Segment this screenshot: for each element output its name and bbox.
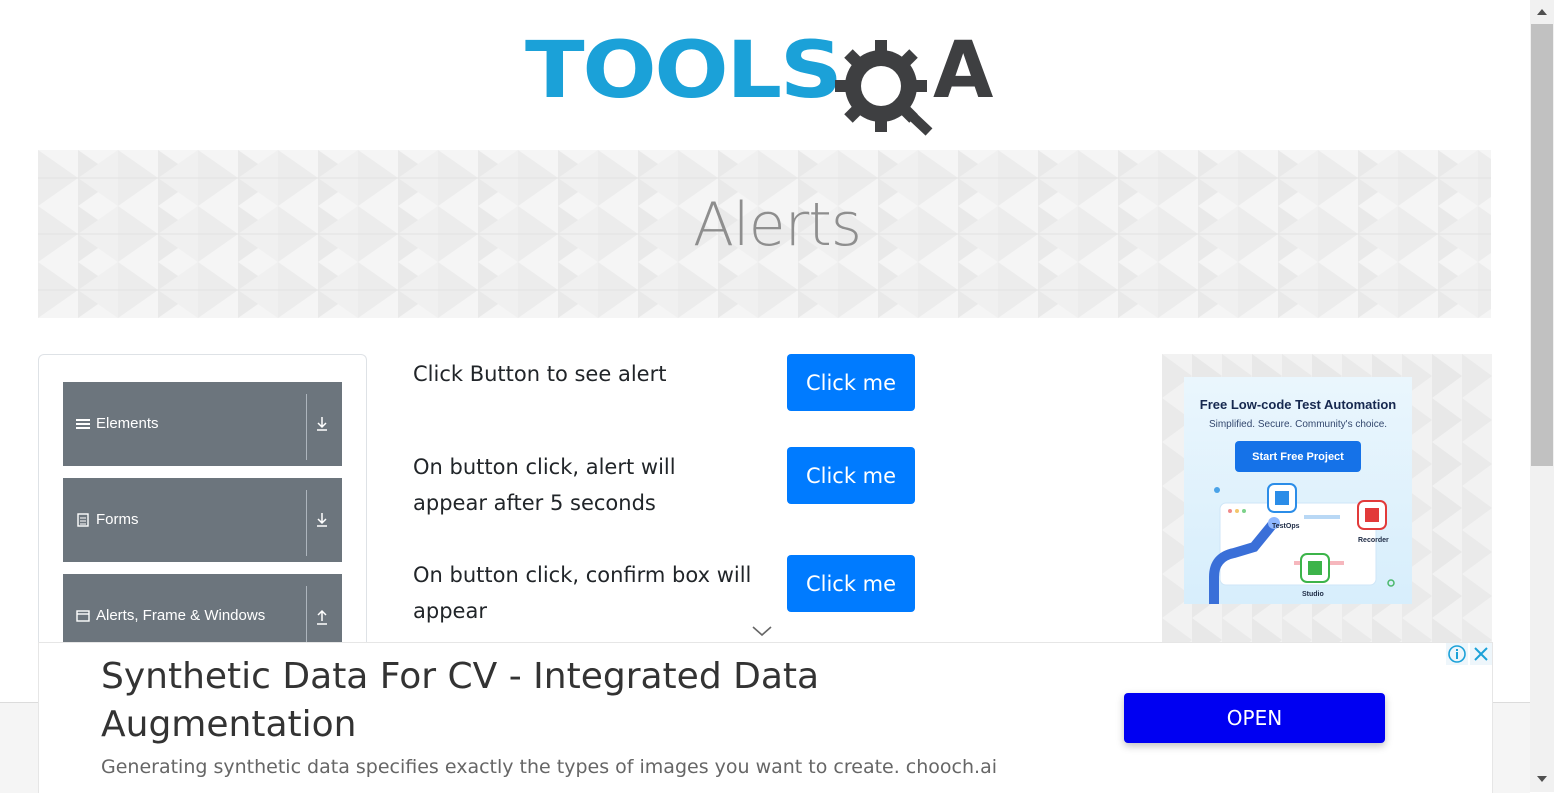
bottom-ad-title[interactable]: Synthetic Data For CV - Integrated Data … (101, 653, 881, 749)
bottom-ad-description: Generating synthetic data specifies exac… (101, 756, 997, 778)
hamburger-icon (76, 419, 90, 429)
recorder-label: Recorder (1358, 537, 1389, 544)
toolsqa-logo[interactable]: TOOLS A (525, 30, 1009, 136)
nav-group-elements[interactable]: Elements (63, 382, 342, 466)
confirm-row-label: On button click, confirm box will appear (413, 563, 752, 623)
start-free-project-button[interactable]: Start Free Project (1235, 441, 1361, 472)
window-icon (76, 610, 90, 622)
scrollbar-thumb[interactable] (1531, 24, 1553, 466)
timer-alert-row-label: On button click, alert will appear after… (413, 455, 676, 515)
ad-card-subtitle: Simplified. Secure. Community's choice. (1208, 419, 1388, 430)
alert-row-label: Click Button to see alert (413, 362, 667, 386)
page-title: Alerts (692, 190, 862, 260)
form-document-icon (77, 513, 89, 527)
nav-group-label: Forms (96, 511, 139, 528)
ad-card-title: Free Low-code Test Automation (1199, 397, 1397, 412)
timer-alert-button[interactable]: Click me (787, 447, 915, 504)
download-arrow-icon[interactable] (315, 414, 329, 434)
studio-label: Studio (1302, 591, 1324, 598)
logo-text-tools: TOOLS (525, 26, 843, 116)
divider (306, 490, 307, 556)
ad-info-icon[interactable] (1446, 643, 1468, 665)
divider (306, 394, 307, 460)
confirm-button[interactable]: Click me (787, 555, 915, 612)
gear-magnifier-icon (835, 40, 933, 136)
right-ad[interactable]: Free Low-code Test Automation Simplified… (1162, 354, 1492, 654)
alert-button[interactable]: Click me (787, 354, 915, 411)
scroll-down-arrow-icon[interactable] (1536, 775, 1548, 783)
download-arrow-icon[interactable] (315, 510, 329, 530)
scroll-up-arrow-icon[interactable] (1536, 8, 1548, 16)
chevron-down-icon[interactable] (751, 624, 773, 638)
logo-text-a: A (933, 26, 994, 116)
nav-group-label: Elements (96, 415, 159, 432)
open-button[interactable]: OPEN (1124, 693, 1385, 743)
testops-label: TestOps (1272, 523, 1300, 530)
ad-close-icon[interactable] (1470, 643, 1492, 665)
bottom-ad[interactable]: Synthetic Data For CV - Integrated Data … (38, 642, 1493, 793)
nav-group-forms[interactable]: Forms (63, 478, 342, 562)
upload-arrow-icon[interactable] (315, 606, 329, 626)
ad-card[interactable]: Free Low-code Test Automation Simplified… (1184, 377, 1412, 604)
